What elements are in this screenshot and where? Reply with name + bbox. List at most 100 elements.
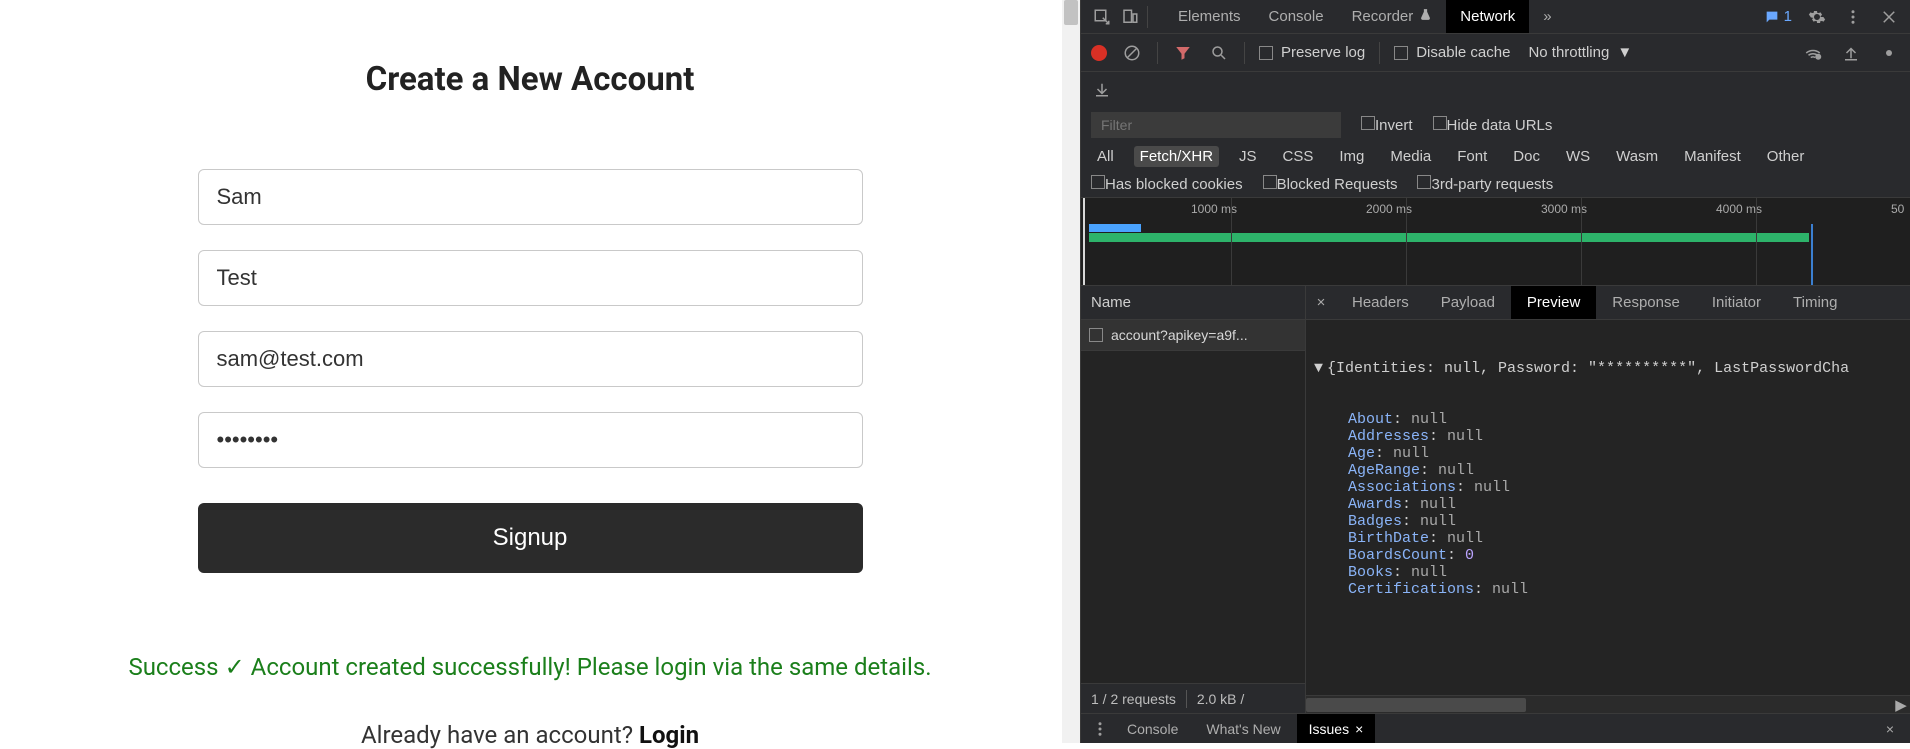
preview-property: Awards: null — [1314, 496, 1902, 513]
last-name-input[interactable] — [198, 250, 863, 306]
network-main: Name account?apikey=a9f... 1 / 2 request… — [1081, 286, 1910, 713]
search-icon[interactable] — [1208, 42, 1230, 64]
drawer-tab-issues[interactable]: Issues × — [1297, 714, 1376, 743]
separator — [1244, 42, 1245, 64]
blocked-requests-checkbox[interactable]: Blocked Requests — [1263, 175, 1398, 193]
import-har-icon[interactable] — [1840, 42, 1862, 64]
success-message: Success ✓ Account created successfully! … — [128, 653, 931, 681]
network-conditions-icon[interactable] — [1802, 42, 1824, 64]
tab-network[interactable]: Network — [1446, 0, 1529, 33]
issues-count: 1 — [1784, 8, 1792, 25]
settings-gear-icon[interactable] — [1806, 6, 1828, 28]
close-tab-icon[interactable]: × — [1355, 721, 1363, 737]
timeline-tick: 50 — [1891, 202, 1904, 216]
network-timeline[interactable]: 1000 ms 2000 ms 3000 ms 4000 ms 50 — [1081, 198, 1910, 286]
expand-collapse-icon[interactable]: ▼ — [1314, 360, 1323, 377]
filter-type-all[interactable]: All — [1091, 146, 1120, 167]
separator — [1379, 42, 1380, 64]
devtools-topbar: Elements Console Recorder Network » 1 — [1081, 0, 1910, 34]
filter-type-other[interactable]: Other — [1761, 146, 1811, 167]
detail-tab-initiator[interactable]: Initiator — [1696, 286, 1777, 319]
request-list: Name account?apikey=a9f... 1 / 2 request… — [1081, 286, 1306, 713]
detail-tab-preview[interactable]: Preview — [1511, 286, 1596, 319]
record-button[interactable] — [1091, 45, 1107, 61]
preview-property: AgeRange: null — [1314, 462, 1902, 479]
preview-property: Age: null — [1314, 445, 1902, 462]
timeline-caret[interactable] — [1083, 198, 1085, 285]
scroll-right-icon[interactable]: ▶ — [1892, 696, 1910, 713]
filter-type-font[interactable]: Font — [1451, 146, 1493, 167]
filter-type-fetchxhr[interactable]: Fetch/XHR — [1134, 146, 1219, 167]
email-input[interactable] — [198, 331, 863, 387]
tab-console[interactable]: Console — [1255, 0, 1338, 33]
tab-recorder-label: Recorder — [1352, 8, 1414, 25]
filter-type-js[interactable]: JS — [1233, 146, 1263, 167]
tab-elements[interactable]: Elements — [1164, 0, 1255, 33]
drawer-menu-icon[interactable] — [1089, 718, 1111, 740]
inspect-element-icon[interactable] — [1091, 6, 1113, 28]
filter-type-doc[interactable]: Doc — [1507, 146, 1546, 167]
login-prompt-text: Already have an account? — [361, 721, 639, 749]
hide-data-urls-checkbox[interactable]: Hide data URLs — [1433, 116, 1553, 134]
detail-tabs: × HeadersPayloadPreviewResponseInitiator… — [1306, 286, 1910, 320]
drawer-tab-issues-label: Issues — [1309, 721, 1349, 737]
drawer-tab-whats-new[interactable]: What's New — [1194, 714, 1292, 743]
close-detail-icon[interactable]: × — [1306, 294, 1336, 311]
filter-type-manifest[interactable]: Manifest — [1678, 146, 1747, 167]
detail-tab-headers[interactable]: Headers — [1336, 286, 1425, 319]
export-har-icon[interactable] — [1091, 78, 1113, 100]
page-scrollbar[interactable] — [1062, 0, 1080, 743]
filter-type-img[interactable]: Img — [1333, 146, 1370, 167]
preview-property: Addresses: null — [1314, 428, 1902, 445]
filter-type-ws[interactable]: WS — [1560, 146, 1596, 167]
network-toolbar: Preserve log Disable cache No throttling… — [1081, 34, 1910, 72]
first-name-input[interactable] — [198, 169, 863, 225]
preserve-log-checkbox[interactable]: Preserve log — [1259, 44, 1365, 61]
timeline-marker — [1811, 224, 1813, 285]
separator — [1147, 6, 1148, 28]
filter-toggle-icon[interactable] — [1172, 42, 1194, 64]
drawer-tab-console[interactable]: Console — [1115, 714, 1190, 743]
login-link[interactable]: Login — [639, 721, 699, 749]
filter-type-media[interactable]: Media — [1384, 146, 1437, 167]
chevron-down-icon: ▼ — [1617, 44, 1632, 61]
tab-recorder[interactable]: Recorder — [1338, 0, 1447, 33]
tab-more[interactable]: » — [1529, 0, 1565, 33]
has-blocked-cookies-checkbox[interactable]: Has blocked cookies — [1091, 175, 1243, 193]
network-settings-gear-icon[interactable] — [1878, 42, 1900, 64]
request-list-header[interactable]: Name — [1081, 286, 1305, 320]
disable-cache-checkbox[interactable]: Disable cache — [1394, 44, 1510, 61]
flask-icon — [1419, 8, 1432, 25]
kebab-menu-icon[interactable] — [1842, 6, 1864, 28]
horizontal-scrollbar-thumb[interactable] — [1306, 698, 1526, 712]
disable-cache-label: Disable cache — [1416, 44, 1510, 61]
toggle-device-icon[interactable] — [1119, 6, 1141, 28]
detail-tab-response[interactable]: Response — [1596, 286, 1696, 319]
request-detail-pane: × HeadersPayloadPreviewResponseInitiator… — [1306, 286, 1910, 713]
page-scrollbar-thumb[interactable] — [1064, 0, 1078, 25]
throttling-label: No throttling — [1528, 44, 1609, 61]
response-preview[interactable]: ▼{Identities: null, Password: "*********… — [1306, 320, 1910, 695]
hide-data-urls-label: Hide data URLs — [1447, 117, 1553, 134]
detail-tab-timing[interactable]: Timing — [1777, 286, 1853, 319]
horizontal-scrollbar[interactable]: ▶ — [1306, 695, 1910, 713]
request-checkbox[interactable] — [1089, 328, 1103, 342]
filter-type-css[interactable]: CSS — [1277, 146, 1320, 167]
third-party-requests-checkbox[interactable]: 3rd-party requests — [1417, 175, 1553, 193]
preview-property: Books: null — [1314, 564, 1902, 581]
password-input[interactable] — [198, 412, 863, 468]
invert-checkbox[interactable]: Invert — [1361, 116, 1413, 134]
has-blocked-cookies-label: Has blocked cookies — [1105, 176, 1243, 193]
preview-property: Badges: null — [1314, 513, 1902, 530]
throttling-dropdown[interactable]: No throttling ▼ — [1528, 44, 1632, 61]
detail-tab-payload[interactable]: Payload — [1425, 286, 1511, 319]
close-drawer-icon[interactable]: × — [1878, 721, 1902, 737]
clear-icon[interactable] — [1121, 42, 1143, 64]
issues-badge[interactable]: 1 — [1764, 8, 1792, 25]
signup-button[interactable]: Signup — [198, 503, 863, 573]
request-row[interactable]: account?apikey=a9f... — [1081, 320, 1305, 350]
devtools-panel: Elements Console Recorder Network » 1 — [1080, 0, 1910, 743]
close-devtools-icon[interactable] — [1878, 6, 1900, 28]
filter-input[interactable] — [1091, 112, 1341, 138]
filter-type-wasm[interactable]: Wasm — [1610, 146, 1664, 167]
